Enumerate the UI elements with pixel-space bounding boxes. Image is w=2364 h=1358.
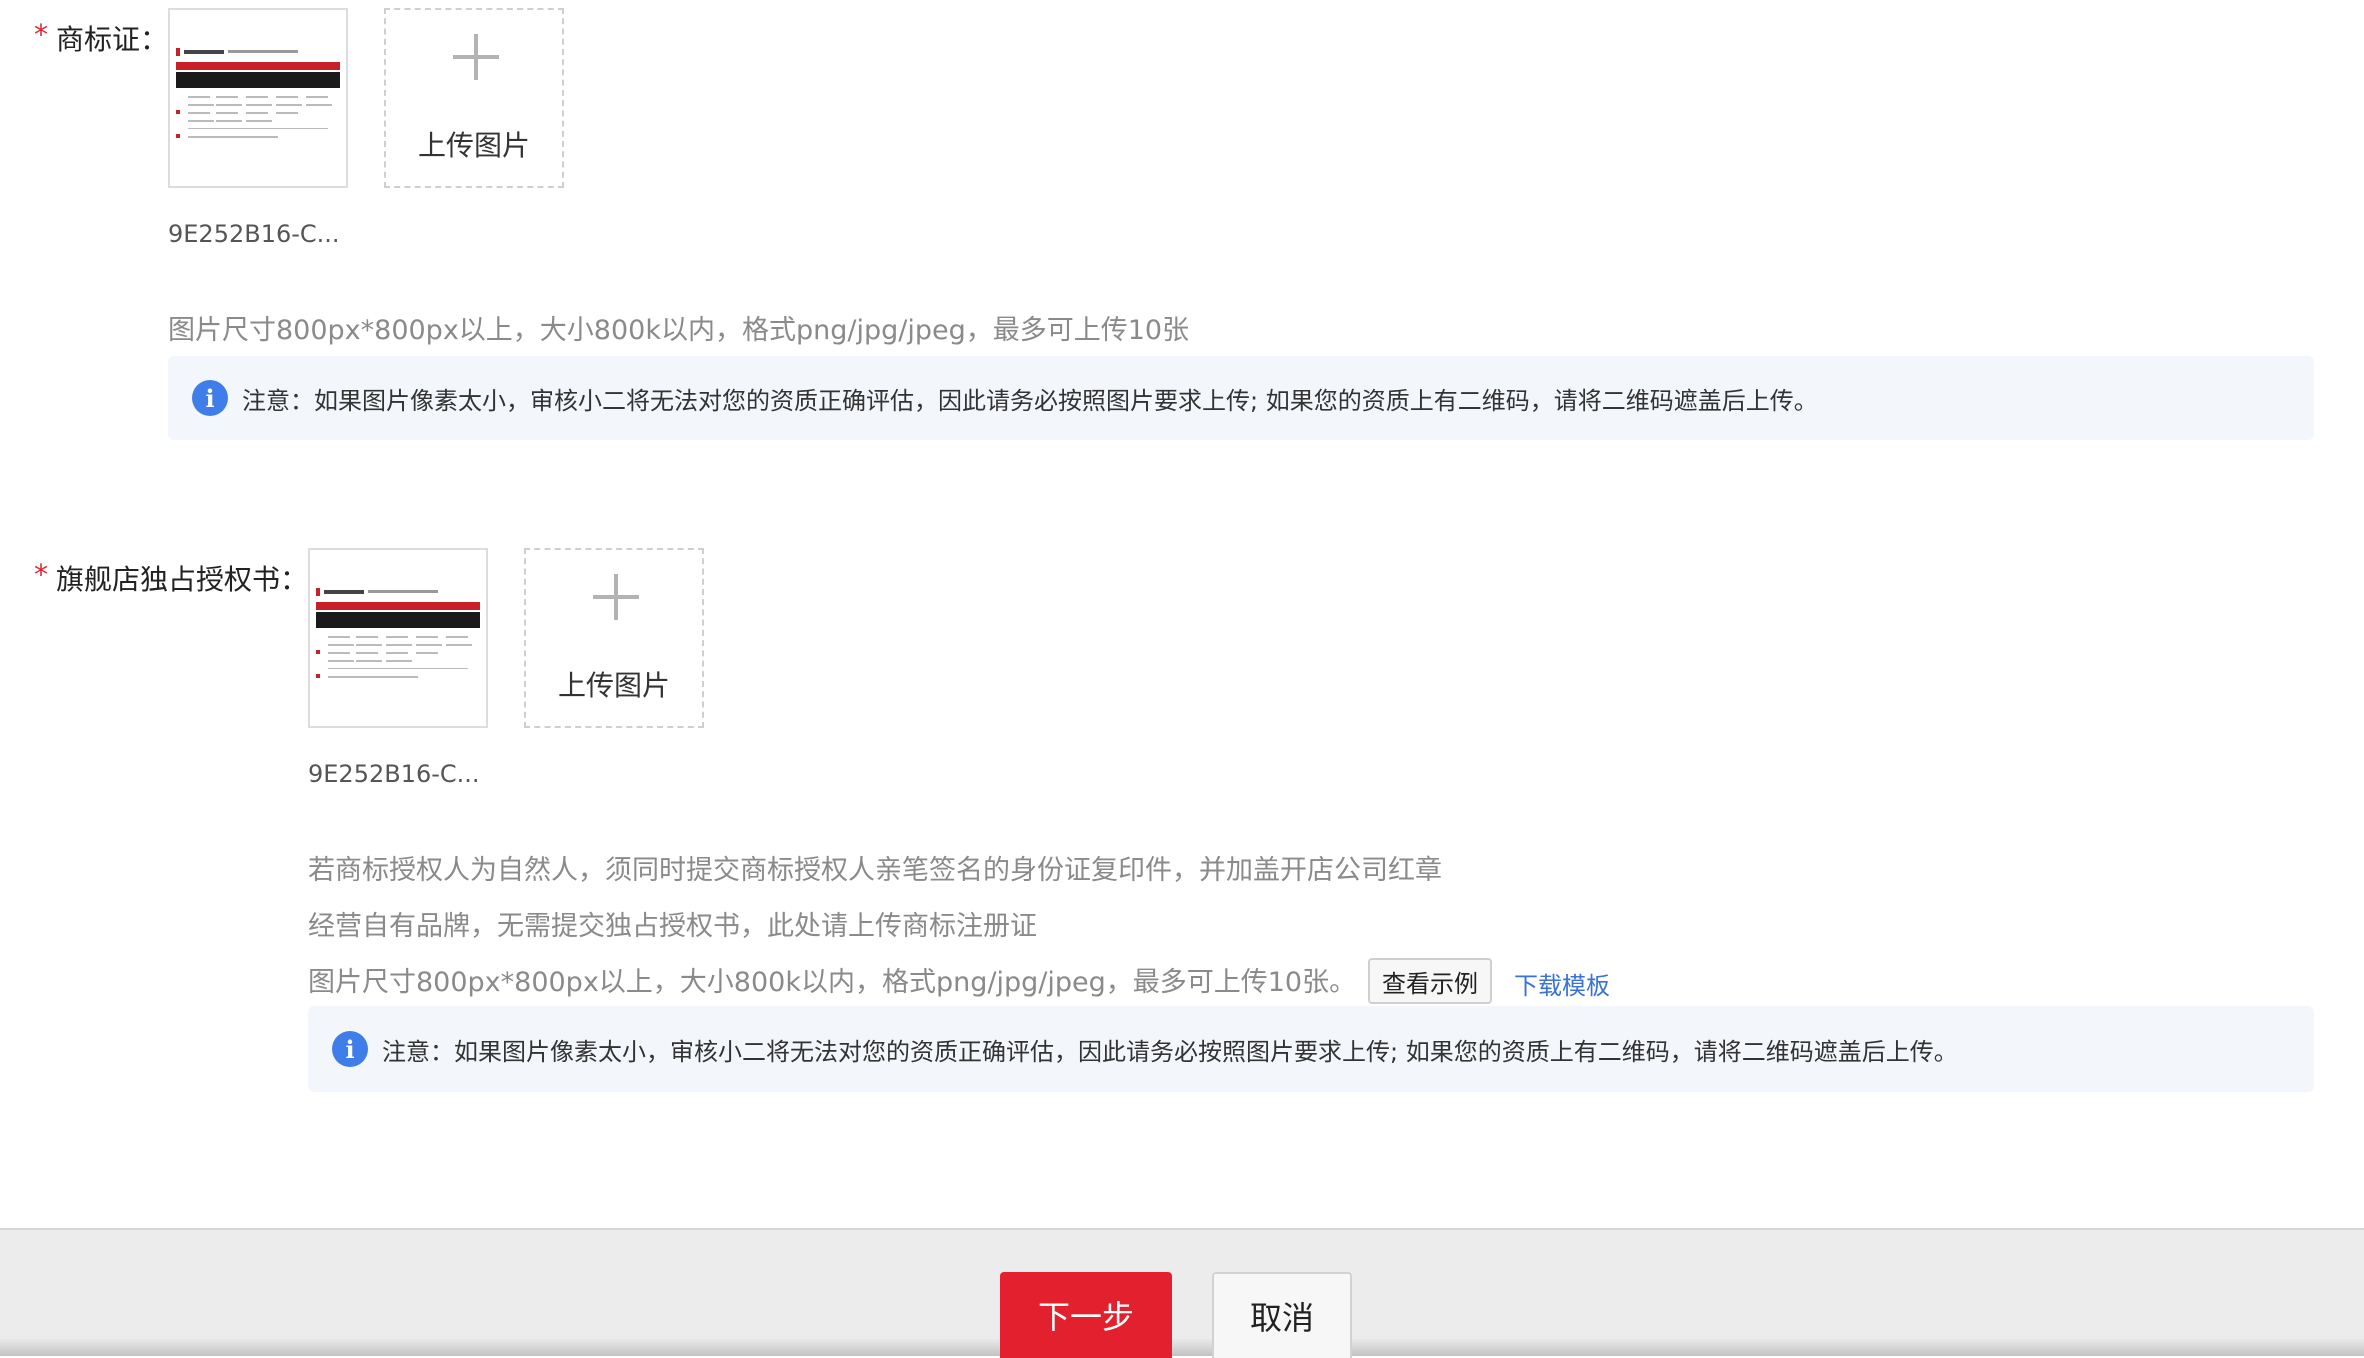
footer-bar: 下一步 取消 (0, 1228, 2364, 1358)
trademark-filename: 9E252B16-C... (168, 220, 340, 248)
document-preview-icon (176, 48, 340, 138)
plus-icon (593, 574, 639, 620)
notice-text: 注意：如果图片像素太小，审核小二将无法对您的资质正确评估，因此请务必按照图片要求… (242, 386, 1818, 415)
trademark-notice: i 注意：如果图片像素太小，审核小二将无法对您的资质正确评估，因此请务必按照图片… (168, 356, 2314, 440)
download-template-link[interactable]: 下载模板 (1514, 966, 1610, 1001)
plus-icon (453, 34, 499, 80)
authorization-thumbnail[interactable] (308, 548, 488, 728)
trademark-label: 商标证： (56, 23, 169, 56)
trademark-upload-button[interactable]: 上传图片 (384, 8, 564, 188)
authorization-hint-image-spec: 图片尺寸800px*800px以上，大小800k以内，格式png/jpg/jpe… (308, 967, 1357, 998)
info-icon: i (192, 380, 228, 416)
trademark-thumbnail[interactable] (168, 8, 348, 188)
authorization-upload-button[interactable]: 上传图片 (524, 548, 704, 728)
authorization-filename: 9E252B16-C... (308, 760, 480, 788)
info-icon: i (332, 1031, 368, 1067)
upload-label: 上传图片 (557, 669, 670, 702)
authorization-hint-natural-person: 若商标授权人为自然人，须同时提交商标授权人亲笔签名的身份证复印件，并加盖开店公司… (308, 855, 1442, 886)
view-example-button[interactable]: 查看示例 (1368, 958, 1492, 1004)
authorization-hint-own-brand: 经营自有品牌，无需提交独占授权书，此处请上传商标注册证 (308, 911, 1037, 942)
authorization-label: 旗舰店独占授权书： (56, 563, 309, 596)
notice-text: 注意：如果图片像素太小，审核小二将无法对您的资质正确评估，因此请务必按照图片要求… (382, 1037, 1958, 1066)
trademark-hint: 图片尺寸800px*800px以上，大小800k以内，格式png/jpg/jpe… (168, 315, 1190, 346)
required-mark: * (34, 558, 48, 591)
footer-shadow (0, 1338, 2364, 1356)
document-preview-icon (316, 588, 480, 678)
authorization-notice: i 注意：如果图片像素太小，审核小二将无法对您的资质正确评估，因此请务必按照图片… (308, 1006, 2314, 1092)
cancel-button[interactable]: 取消 (1212, 1272, 1352, 1358)
required-mark: * (34, 18, 48, 51)
upload-label: 上传图片 (417, 129, 530, 162)
next-step-button[interactable]: 下一步 (1000, 1272, 1172, 1358)
